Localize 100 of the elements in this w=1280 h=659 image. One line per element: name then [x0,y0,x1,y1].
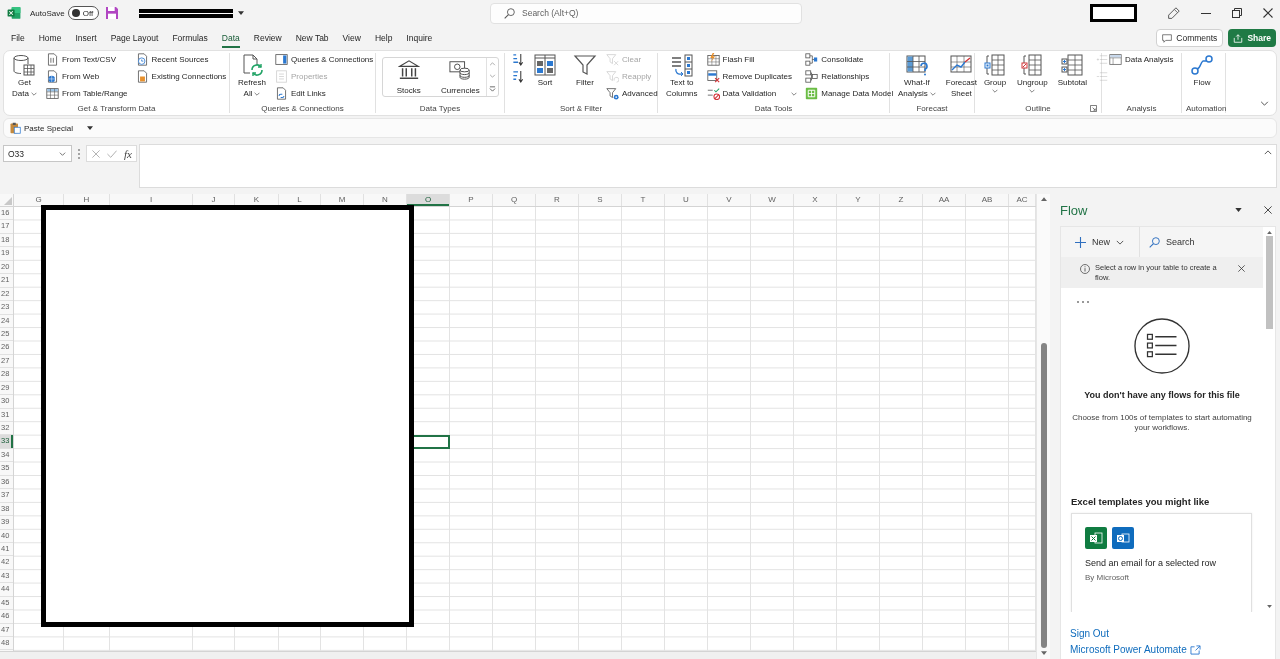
dialog-launcher-icon[interactable] [1090,105,1097,112]
what-if-table-icon [904,53,929,77]
paste-special-button[interactable]: Paste Special [9,122,73,134]
text-file-icon [45,53,59,66]
ribbon-button[interactable]: Edit Links [274,85,375,102]
ribbon-button[interactable]: Advanced [605,85,659,102]
ribbon-button[interactable]: Data Validation [705,85,799,102]
minimize-icon[interactable] [1201,12,1211,14]
ribbon-button[interactable]: From Table/Range [44,85,129,102]
column-header[interactable]: Y [837,194,880,206]
ribbon-button[interactable]: Group [981,53,1009,93]
ribbon-button[interactable]: Subtotal [1055,53,1090,89]
ribbon-button[interactable]: From Web [44,68,129,85]
ribbon-button[interactable]: Sort [531,53,559,89]
ribbon-button[interactable]: Existing Connections [134,68,228,85]
ribbon-button[interactable]: Refresh All [236,53,268,99]
close-icon[interactable] [1238,265,1245,272]
data-type-option[interactable]: Stocks [383,58,435,96]
share-button[interactable]: Share [1228,29,1276,47]
scroll-up-icon[interactable] [1266,231,1272,234]
ribbon-tab[interactable]: Page Layout [104,28,165,48]
column-header[interactable]: Z [880,194,923,206]
caret-icon[interactable] [86,126,93,130]
link[interactable]: Microsoft Power Automate [1070,642,1201,658]
scroll-down-icon[interactable] [1040,651,1047,655]
ribbon-button[interactable]: Ungroup [1015,53,1050,93]
column-header[interactable]: U [665,194,708,206]
close-icon[interactable] [1263,8,1273,18]
ribbon-button[interactable]: Relationships [804,68,895,85]
ribbon-button[interactable]: Flow [1188,53,1216,89]
vertical-scrollbar[interactable] [1036,194,1050,659]
ribbon-tab[interactable]: New Tab [289,28,336,48]
ribbon-button[interactable]: Get Data [10,53,39,99]
column-header[interactable]: P [450,194,493,206]
comments-button[interactable]: Comments [1156,29,1224,47]
caret-icon[interactable] [237,11,244,15]
caret-icon[interactable] [1235,208,1242,212]
ribbon-tab[interactable]: Insert [68,28,104,48]
ribbon-button[interactable]: Filter [571,53,599,89]
column-header[interactable]: W [751,194,794,206]
group-label: Forecast [916,104,948,113]
column-header[interactable]: AB [966,194,1009,206]
column-header[interactable]: AA [923,194,966,206]
ribbon-tab[interactable]: File [4,28,32,48]
chevron-up-icon[interactable] [1264,150,1272,155]
formula-field[interactable] [139,144,1277,188]
ribbon-button[interactable]: Flash Fill [705,51,799,68]
group-label: Data Types [419,104,461,113]
share-icon [1233,33,1244,43]
column-header[interactable]: R [536,194,579,206]
check-icon[interactable] [107,149,117,158]
ribbon-tab[interactable]: Home [32,28,68,48]
ribbon-tab[interactable]: View [336,28,368,48]
ribbon-button[interactable]: Forecast Sheet [943,53,979,99]
comment-icon [1162,33,1173,43]
search-button[interactable]: Search [1149,236,1195,248]
close-icon[interactable] [1264,206,1272,214]
reapply-filter-icon [606,70,619,83]
ribbon-tab[interactable]: Review [247,28,289,48]
scroll-down-icon[interactable] [1266,605,1272,608]
save-icon[interactable] [105,7,118,19]
search-field[interactable]: Search (Alt+Q) [490,2,802,24]
template-author: By Microsoft [1085,573,1130,582]
restore-icon[interactable] [1232,8,1242,18]
sort-ascending-icon[interactable] [512,53,524,66]
ribbon-button[interactable]: Remove Duplicates [705,68,799,85]
scrollbar-thumb[interactable] [1265,236,1273,329]
pen-icon[interactable] [1167,6,1180,20]
link[interactable]: Sign Out [1070,626,1109,642]
ribbon-button[interactable]: Recent Sources [134,51,228,68]
sort-descending-icon[interactable] [512,70,524,83]
column-header[interactable]: Q [493,194,536,206]
insert-function-button[interactable]: fx [124,147,132,160]
name-box[interactable]: O33 [3,145,72,162]
ribbon-tab[interactable]: Formulas [165,28,215,48]
scroll-up-icon[interactable] [1040,197,1047,201]
ribbon-button[interactable]: Manage Data Model [804,85,895,102]
globe-document-icon [45,70,59,83]
autosave-toggle[interactable]: Off [67,6,99,20]
info-icon [1080,264,1090,274]
column-header[interactable]: X [794,194,837,206]
ribbon-button[interactable]: Data Analysis [1108,51,1175,68]
ribbon-tab[interactable]: Help [368,28,399,48]
ribbon-button[interactable]: Text to Columns [664,53,700,99]
column-header[interactable]: S [579,194,622,206]
ribbon-button[interactable]: Queries & Connections [274,51,375,68]
ribbon-button[interactable]: Consolidate [804,51,895,68]
scrollbar-thumb[interactable] [1040,343,1047,648]
ribbon-button[interactable]: What-If Analysis [896,53,938,99]
expand-gallery-icon[interactable] [489,86,497,92]
ribbon-tab[interactable]: Inquire [399,28,439,48]
ribbon-button[interactable]: From Text/CSV [44,51,129,68]
column-header[interactable]: O [407,194,450,206]
new-button[interactable]: New [1075,236,1124,248]
data-type-option[interactable]: Currencies [434,58,487,96]
column-header[interactable]: V [708,194,751,206]
bank-icon [397,59,420,81]
chevron-down-icon[interactable] [1260,101,1269,106]
group-label: Queries & Connections [261,104,344,113]
column-header[interactable]: T [622,194,665,206]
